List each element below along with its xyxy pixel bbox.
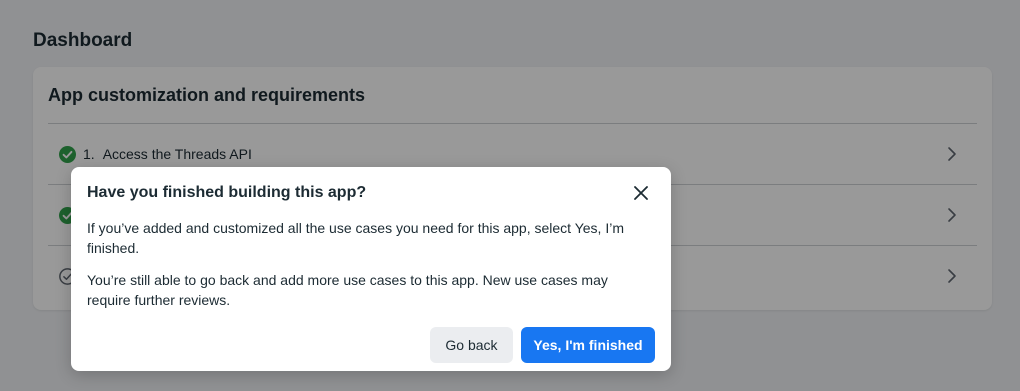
dialog-title: Have you finished building this app?	[87, 184, 367, 201]
close-icon[interactable]	[633, 185, 649, 201]
go-back-button[interactable]: Go back	[430, 327, 513, 363]
yes-finished-button[interactable]: Yes, I'm finished	[521, 327, 655, 363]
dialog-paragraph-2: You’re still able to go back and add mor…	[87, 272, 608, 308]
finish-app-dialog: Have you finished building this app? If …	[71, 167, 671, 371]
dialog-paragraph-1: If you’ve added and customized all the u…	[87, 220, 624, 256]
